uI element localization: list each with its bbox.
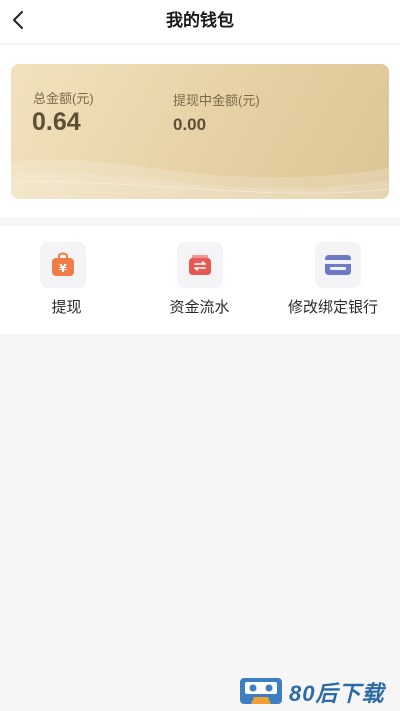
svg-text:¥: ¥ bbox=[59, 262, 67, 275]
wallet-section: 总金额(元) 0.64 提现中金额(元) 0.00 bbox=[0, 45, 400, 217]
total-amount-label: 总金额(元) bbox=[33, 91, 94, 106]
yuan-bag-icon: ¥ bbox=[40, 242, 86, 288]
wallet-menu: ¥ 提现 资金流水 修改绑定银行 bbox=[0, 226, 400, 334]
transfer-icon bbox=[177, 242, 223, 288]
withdraw-label: 提现 bbox=[51, 299, 82, 316]
change-bank-label: 修改绑定银行 bbox=[287, 299, 378, 316]
wallet-card: 总金额(元) 0.64 提现中金额(元) 0.00 bbox=[11, 64, 389, 199]
fund-flow-label: 资金流水 bbox=[169, 299, 230, 316]
change-bank-button[interactable]: 修改绑定银行 bbox=[266, 226, 400, 334]
page-title: 我的钱包 bbox=[166, 11, 234, 30]
header-bar: 我的钱包 bbox=[0, 0, 400, 44]
withdrawing-amount-label: 提现中金额(元) bbox=[173, 93, 260, 108]
withdrawing-amount-value: 0.00 bbox=[173, 115, 207, 134]
watermark-logo: 80后下载 bbox=[239, 674, 400, 708]
cassette-logo-icon bbox=[240, 678, 282, 704]
bank-card-icon bbox=[315, 242, 361, 288]
watermark-text: 80后下载 bbox=[289, 681, 385, 706]
fund-flow-button[interactable]: 资金流水 bbox=[133, 226, 266, 334]
total-amount-value: 0.64 bbox=[32, 108, 81, 136]
withdraw-button[interactable]: ¥ 提现 bbox=[0, 226, 133, 334]
